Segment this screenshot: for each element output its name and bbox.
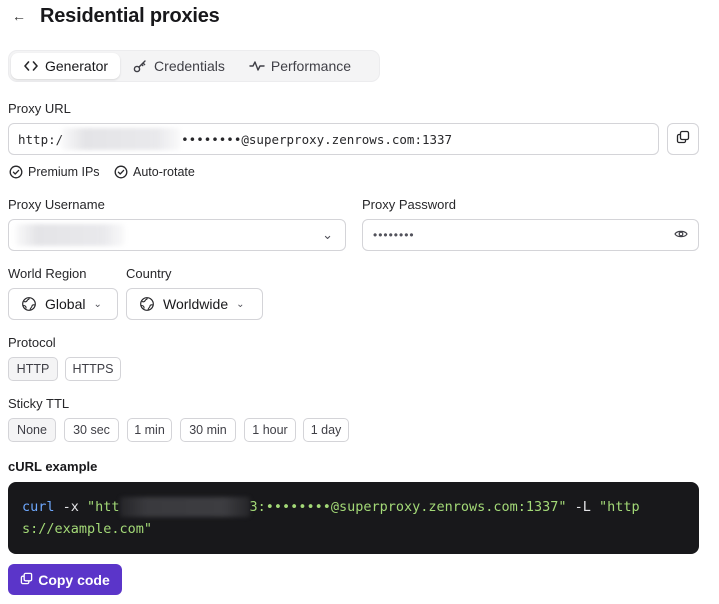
protocol-https-chip[interactable]: HTTPS: [65, 357, 121, 381]
key-icon: [132, 59, 148, 73]
curl-example-label: cURL example: [8, 459, 98, 474]
tab-credentials-label: Credentials: [154, 58, 225, 74]
ttl-1day-chip[interactable]: 1 day: [303, 418, 349, 442]
tab-performance-label: Performance: [270, 58, 352, 74]
activity-icon: [249, 60, 265, 72]
check-circle-icon: [114, 165, 128, 179]
tab-generator[interactable]: Generator: [11, 53, 121, 79]
redacted-username: [15, 224, 125, 246]
proxy-password-field[interactable]: ••••••••: [362, 219, 699, 251]
world-region-label: World Region: [8, 266, 87, 281]
copy-code-button[interactable]: Copy code: [8, 564, 122, 595]
globe-icon: [139, 296, 155, 312]
tab-bar: Generator Credentials Performance: [8, 50, 380, 82]
page-header: ← Residential proxies: [12, 4, 220, 28]
feature-label: Auto-rotate: [133, 165, 195, 179]
proxy-password-label: Proxy Password: [362, 197, 456, 212]
tab-generator-label: Generator: [45, 58, 109, 74]
world-region-value: Global: [45, 296, 86, 312]
redacted-credentials: [61, 128, 182, 150]
ttl-1min-chip[interactable]: 1 min: [127, 418, 172, 442]
chevron-down-icon: ⌄: [322, 227, 333, 242]
code-flag: -L: [566, 499, 600, 515]
sticky-ttl-label: Sticky TTL: [8, 396, 70, 411]
code-command: curl: [22, 499, 55, 515]
country-value: Worldwide: [163, 296, 229, 312]
copy-icon: [676, 130, 690, 149]
country-label: Country: [126, 266, 172, 281]
page-title: Residential proxies: [40, 4, 220, 27]
tab-performance[interactable]: Performance: [237, 53, 363, 79]
code-flag: -x: [54, 499, 88, 515]
world-region-select[interactable]: Global ⌄: [8, 288, 118, 320]
copy-icon: [20, 572, 38, 588]
proxy-username-label: Proxy Username: [8, 197, 105, 212]
proxy-username-select[interactable]: ⌄: [8, 219, 346, 251]
copy-url-button[interactable]: [667, 123, 699, 155]
ttl-30sec-chip[interactable]: 30 sec: [64, 418, 119, 442]
globe-icon: [21, 296, 37, 312]
eye-icon[interactable]: [674, 226, 688, 244]
curl-code-block: curl -x "htt 3:••••••••@superproxy.zenrow…: [8, 482, 699, 554]
chevron-down-icon: ⌄: [93, 298, 102, 310]
feature-premium-ips: Premium IPs: [9, 164, 100, 180]
code-string: s://example.com": [22, 521, 153, 537]
tab-credentials[interactable]: Credentials: [120, 53, 237, 79]
protocol-label: Protocol: [8, 335, 56, 350]
code-string: "htt: [87, 499, 120, 515]
code-line-2: s://example.com": [22, 518, 685, 540]
country-select[interactable]: Worldwide ⌄: [126, 288, 263, 320]
check-circle-icon: [9, 165, 23, 179]
proxy-url-suffix: ••••••••@superproxy.zenrows.com:1337: [181, 131, 453, 147]
code-line-1: curl -x "htt 3:••••••••@superproxy.zenrow…: [22, 496, 685, 518]
code-icon: [23, 60, 39, 72]
ttl-none-chip[interactable]: None: [8, 418, 56, 442]
redacted-credentials: [119, 497, 250, 517]
copy-code-label: Copy code: [38, 571, 110, 588]
ttl-1hour-chip[interactable]: 1 hour: [244, 418, 296, 442]
chevron-down-icon: ⌄: [236, 298, 245, 310]
feature-auto-rotate: Auto-rotate: [114, 164, 195, 180]
protocol-http-chip[interactable]: HTTP: [8, 357, 58, 381]
code-string: "http: [599, 499, 640, 515]
password-value: ••••••••: [373, 228, 415, 242]
proxy-url-label: Proxy URL: [8, 101, 71, 116]
ttl-30min-chip[interactable]: 30 min: [180, 418, 236, 442]
feature-label: Premium IPs: [28, 165, 100, 179]
proxy-url-field[interactable]: http:/ ••••••••@superproxy.zenrows.com:1…: [8, 123, 659, 155]
proxy-url-prefix: http:/: [18, 131, 64, 147]
code-string: 3:••••••••@superproxy.zenrows.com:1337": [249, 499, 567, 515]
back-arrow-icon[interactable]: ←: [12, 8, 28, 24]
